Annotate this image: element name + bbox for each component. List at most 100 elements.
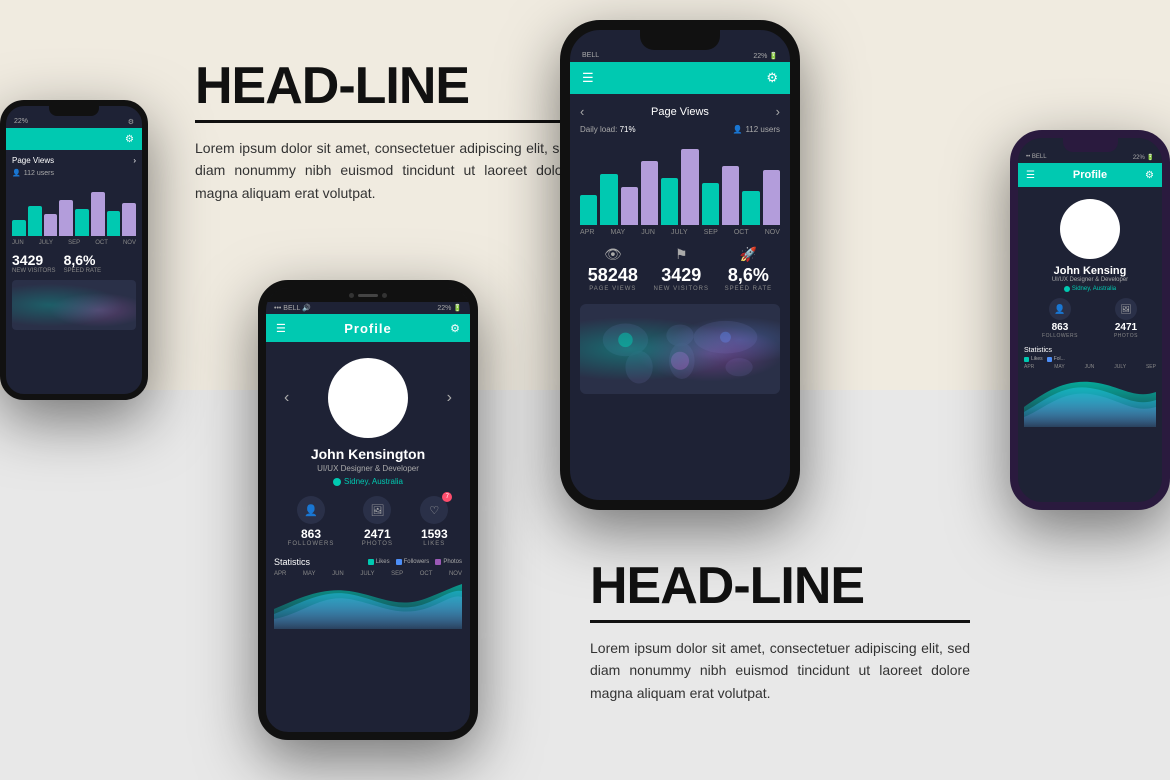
headline-bottom-divider [590,620,970,623]
legend-photos: Photos [435,559,462,565]
world-map-svg [580,304,780,394]
phone1-content: Page Views › 👤 112 users JUN JULY SEP OC… [6,150,142,336]
legend-photos-dot [435,559,441,565]
phone2-legend: Likes Followers Photos [368,559,462,565]
phone1-new-visitors: 3429 NEW VISITORS [12,252,56,274]
phone1-stats: 3429 NEW VISITORS 8,6% SPEED RATE [12,252,136,274]
phone2-wave-chart [274,579,462,629]
ph4-photos-val: 2471 [1114,322,1138,333]
phone4-status: •• BELL 22% 🔋 [1018,152,1162,163]
phone4-status-right: 22% 🔋 [1133,154,1154,161]
ph3-next-arrow[interactable]: › [776,104,780,119]
ph3-pv-val: 58248 [588,265,638,286]
rocket-icon: 🚀 [725,246,773,263]
phone3-month-labels: APR MAY JUN JULY SEP OCT NOV [580,229,780,236]
bar [122,203,136,236]
phone2-likes-val: 1593 [420,527,448,541]
phone4-body: ‹ John Kensing UI/UX Designer & Develope… [1018,187,1162,433]
menu-icon: ☰ [276,322,286,335]
phone1-month-labels: JUN JULY SEP OCT NOV [12,240,136,246]
bar [702,183,719,226]
phone2-prev-arrow[interactable]: ‹ [284,389,289,407]
ph4-followers: 👤 863 FOLLOWERS [1042,298,1078,339]
phone4-months: APR MAY JUN JULY SEP [1024,364,1156,370]
phone4-menu-icon: ☰ [1026,170,1035,181]
phone1-page-views-label: Page Views [12,156,54,165]
phone3-world-map [580,304,780,394]
phone4-chart-header: Statistics [1024,347,1156,354]
phone2-stats-header: Statistics Likes Followers Photos [274,557,462,567]
wave-chart-svg [274,579,462,629]
followers-icon: 👤 [297,496,325,524]
bar [12,220,26,237]
flag-icon: ⚑ [653,246,709,263]
ph4-followers-val: 863 [1042,322,1078,333]
bar [621,187,638,225]
phone3-content: ‹ Page Views › Daily load: 71% 👤 112 use… [570,94,790,404]
phone2-status-left: ••• BELL 🔊 [274,304,311,312]
phone1-nv-val: 3429 [12,252,56,268]
ph4-photos-icon: 🖼 [1115,298,1137,320]
ph4-leg-likes: Likes [1024,356,1043,362]
phone4-role: UI/UX Designer & Developer [1024,277,1156,283]
phone3-gear-icon: ⚙ [766,70,778,86]
bar [763,170,780,225]
ph3-speed-stat: 🚀 8,6% SPEED RATE [725,246,773,292]
ph3-new-visitors-stat: ⚑ 3429 NEW VISITORS [653,246,709,292]
phone2-status: ••• BELL 🔊 22% 🔋 [266,302,470,314]
ph4-photos-lbl: PHOTOS [1114,333,1138,339]
headline-top-section: HEAD-LINE Lorem ipsum dolor sit amet, co… [195,60,575,204]
phone2-avatar-wrap: ‹ › [274,358,462,438]
phone4-legend: Likes Fol... [1024,356,1156,362]
gear-icon: ⚙ [125,134,134,145]
ph3-prev-arrow[interactable]: ‹ [580,104,584,119]
headline-top-title: HEAD-LINE [195,60,575,112]
phone4-loc-dot [1064,286,1070,292]
ph3-daily-load: Daily load: 71% [580,125,636,134]
ph3-page-views-label: Page Views [651,106,709,118]
phone2-status-right: 22% 🔋 [437,304,462,312]
phone2-avatar [328,358,408,438]
phone4-wave-chart [1024,372,1156,427]
phone2-location: Sidney, Australia [274,477,462,486]
photos-icon: 🖼 [363,496,391,524]
ph4-wave-svg [1024,372,1156,427]
phone1-nv-lbl: NEW VISITORS [12,268,56,274]
phone3: BELL 22% 🔋 ☰ ⚙ ‹ Page Views › Daily load… [560,20,800,510]
ph3-page-views-stat: 👁 58248 PAGE VIEWS [588,246,638,292]
ph4-leg-followers-dot [1047,357,1052,362]
ph3-users: 👤 112 users [732,125,780,134]
headline-bottom-section: HEAD-LINE Lorem ipsum dolor sit amet, co… [590,560,970,704]
bar [59,200,73,236]
phone1-world-map [12,280,136,330]
bar [28,206,42,236]
phone2-next-arrow[interactable]: › [447,389,452,407]
phone1-status-left: 22% [14,118,28,126]
ph4-leg-followers: Fol... [1047,356,1065,362]
phone2-month-row: APR MAY JUN JULY SEP OCT NOV [274,571,462,577]
phone1-header: ⚙ [6,128,142,150]
bar [91,192,105,236]
phone2-speaker [358,294,378,297]
phone1-bar-chart [12,181,136,236]
phone4-location: Sidney, Australia [1024,286,1156,292]
phone4-header: ☰ Profile ⚙ [1018,163,1162,187]
phone2-stats-section: Statistics Likes Followers Photos [274,557,462,629]
bar [600,174,617,225]
user-icon: 👤 [12,169,21,177]
legend-likes: Likes [368,559,390,565]
phone3-status: BELL 22% 🔋 [570,50,790,62]
phone2-likes-stat: ♡ 7 1593 LIKES [420,496,448,547]
ph3-sr-lbl: SPEED RATE [725,286,773,292]
headline-top-divider [195,120,575,123]
phone2-stats-label: Statistics [274,557,310,567]
ph3-nv-val: 3429 [653,265,709,286]
phone4-notch [1063,138,1118,152]
phone3-notch [640,30,720,50]
phone1-chevron-right: › [133,156,136,165]
legend-followers-dot [396,559,402,565]
ph3-sr-val: 8,6% [725,265,773,286]
phone2-header-title: Profile [344,321,391,336]
phone1-speed-rate: 8,6% SPEED RATE [64,252,102,274]
phone1-status: 22% ⚙ [6,116,142,128]
